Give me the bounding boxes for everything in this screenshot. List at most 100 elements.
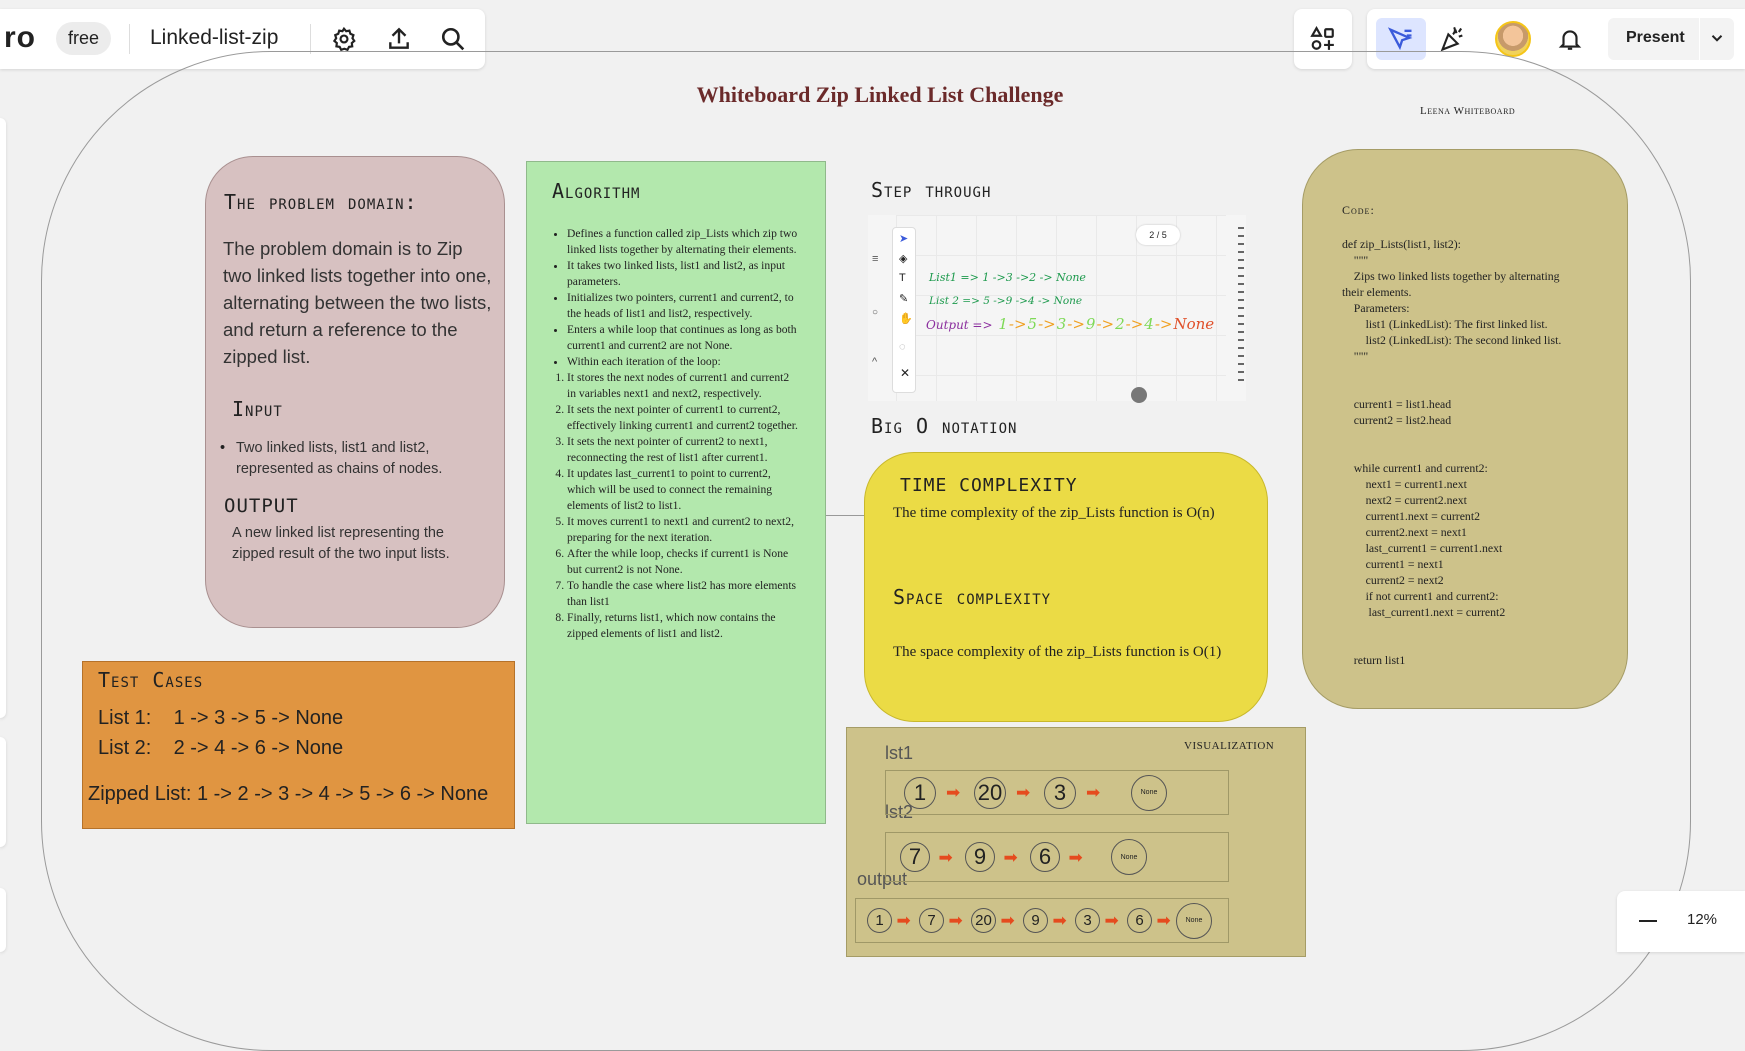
pen-tool-icon[interactable]: ➤ (899, 232, 908, 245)
output-token: -> (1067, 315, 1085, 333)
algorithm-step: It stores the next nodes of current1 and… (567, 370, 798, 402)
arrow-icon: ➡ (1003, 847, 1018, 867)
embed-menu-icon[interactable]: ≡ (872, 253, 878, 265)
algorithm-card[interactable]: Algorithm Defines a function called zip_… (526, 161, 826, 824)
lst1-label: lst1 (885, 743, 914, 763)
code-block: def zip_Lists(list1, list2): """ Zips tw… (1342, 237, 1562, 667)
close-icon[interactable]: ✕ (900, 366, 910, 380)
arrow-icon: ➡ (1052, 911, 1067, 930)
pencil-icon[interactable] (1131, 387, 1147, 403)
output-node: 9 (1023, 908, 1048, 933)
step-through-embed[interactable]: ≡ ○ ^ ➤ ◈ T ✎ ✋ ◌ ✕ 2 / 5 List1 => 1 ->3… (868, 215, 1246, 403)
test-list2: List 2: 2 -> 4 -> 6 -> None (98, 737, 344, 759)
algorithm-bullet: Enters a while loop that continues as lo… (567, 322, 798, 354)
bell-icon[interactable] (1554, 23, 1586, 55)
embed-tools: ➤ ◈ T ✎ ✋ ◌ ✕ (892, 227, 916, 393)
board-title: Whiteboard Zip Linked List Challenge (696, 82, 1064, 107)
code-label: Code: (1342, 203, 1375, 217)
handwritten-list1: List1 => 1 ->3 ->2 -> None (929, 271, 1086, 284)
algorithm-step: It moves current1 to next1 and current2 … (567, 514, 798, 546)
divider (129, 24, 130, 54)
lst2-node: 7 (900, 842, 930, 872)
arrow-icon: ➡ (948, 911, 963, 930)
zoom-level[interactable]: 12% (1687, 911, 1717, 928)
visualization-card[interactable]: VISUALIZATION lst1 lst2 output 1 ➡ 20 ➡ 3 ➡ No… (846, 727, 1306, 957)
left-toolbar[interactable] (0, 118, 6, 718)
present-button[interactable]: Present (1608, 18, 1734, 60)
output-label: Output => (926, 318, 993, 332)
avatar[interactable] (1495, 21, 1531, 57)
handwritten-list2: List 2 => 5 ->9 ->4 -> None (929, 295, 1083, 307)
arrow-icon: ➡ (1156, 911, 1171, 930)
output-token: 9 (1085, 315, 1096, 333)
output-row: 1 ➡ 7 ➡ 20 ➡ 9 ➡ 3 ➡ 6 ➡ None (855, 898, 1229, 943)
chevron-down-icon[interactable] (1708, 29, 1726, 52)
app-logo[interactable]: ro (4, 21, 36, 55)
output-none-node: None (1176, 902, 1212, 939)
lst2-node: 9 (965, 842, 995, 872)
arrow-icon: ➡ (1016, 783, 1031, 802)
hand-tool-icon[interactable]: ✋ (899, 312, 913, 325)
output-text: A new linked list representing the zippe… (232, 525, 450, 562)
output-token: None (1173, 315, 1215, 333)
author-label: Leena Whiteboard (1420, 105, 1516, 117)
output-node: 20 (971, 908, 996, 933)
lst1-node: 1 (904, 776, 936, 809)
arrow-icon: ➡ (1000, 911, 1015, 930)
algorithm-body: Defines a function called zip_Lists whic… (553, 226, 798, 642)
problem-text: The problem domain is to Zip two linked … (223, 238, 492, 367)
output-token: 4 (1144, 315, 1154, 333)
algorithm-step: Finally, returns list1, which now contai… (567, 610, 798, 642)
algorithm-step: It sets the next pointer of current1 to … (567, 402, 798, 434)
algorithm-step: To handle the case where list2 has more … (567, 578, 798, 610)
embed-grid (896, 215, 1226, 401)
present-label: Present (1626, 29, 1685, 46)
time-complexity-heading: TIME COMPLEXITY (900, 475, 1078, 496)
divider (310, 24, 311, 54)
dashed-circle-icon[interactable]: ◌ (899, 341, 906, 353)
algorithm-step: After the while loop, checks if current1… (567, 546, 798, 578)
algorithm-bullet: It takes two linked lists, list1 and lis… (567, 258, 798, 290)
arrow-icon: ➡ (1104, 911, 1119, 930)
visualization-label: VISUALIZATION (1184, 740, 1275, 752)
output-token: 5 (1027, 315, 1038, 333)
board-name[interactable]: Linked-list-zip (150, 26, 278, 50)
test-list1: List 1: 1 -> 3 -> 5 -> None (98, 707, 344, 729)
space-complexity-heading: Space complexity (893, 585, 1052, 609)
divider (1699, 18, 1700, 60)
algorithm-bullet: Initializes two pointers, current1 and c… (567, 290, 798, 322)
output-token: -> (1125, 315, 1144, 333)
lst1-node: 3 (1044, 776, 1076, 809)
problem-domain-card[interactable]: The problem domain: The problem domain i… (205, 156, 505, 628)
arrow-icon: ➡ (946, 783, 961, 802)
embed-caret-icon[interactable]: ^ (872, 356, 877, 368)
plan-badge[interactable]: free (56, 22, 112, 55)
test-cases-card[interactable]: Test Cases List 1: 1 -> 3 -> 5 -> None L… (82, 661, 515, 829)
algorithm-bullet: Defines a function called zip_Lists whic… (567, 226, 798, 258)
shape-tool-icon[interactable]: ◈ (899, 252, 907, 265)
input-item: Two linked lists, list1 and list2, repre… (236, 440, 443, 477)
input-bullet: • (220, 440, 226, 456)
complexity-card[interactable]: TIME COMPLEXITY The time complexity of t… (864, 452, 1268, 722)
algorithm-bullet: Within each iteration of the loop: (567, 354, 798, 370)
zoom-control: 12% (1617, 891, 1745, 952)
output-token: 3 (1056, 315, 1067, 333)
algorithm-step: It updates last_current1 to point to cur… (567, 466, 798, 514)
algorithm-step: It sets the next pointer of current2 to … (567, 434, 798, 466)
text-tool-icon[interactable]: T (899, 272, 906, 284)
test-zipped: Zipped List: 1 -> 2 -> 3 -> 4 -> 5 -> 6 … (88, 783, 489, 805)
embed-circle-icon[interactable]: ○ (872, 307, 878, 318)
output-token: -> (1154, 315, 1173, 333)
output-node: 3 (1075, 908, 1100, 933)
highlighter-tool-icon[interactable]: ✎ (899, 292, 908, 305)
minus-icon[interactable] (1639, 920, 1657, 922)
code-card[interactable]: Code: def zip_Lists(list1, list2): """ Z… (1302, 149, 1628, 709)
lst1-row: 1 ➡ 20 ➡ 3 ➡ None (885, 770, 1229, 815)
time-complexity-text: The time complexity of the zip_Lists fun… (893, 505, 1215, 521)
lst1-node: 20 (974, 776, 1006, 809)
output-token: 1 (998, 315, 1008, 333)
left-toolbar-secondary[interactable] (0, 737, 6, 847)
page-counter: 2 / 5 (1136, 225, 1180, 245)
left-toolbar-tertiary[interactable] (0, 888, 6, 952)
big-o-heading: Big O notation (871, 414, 1018, 438)
